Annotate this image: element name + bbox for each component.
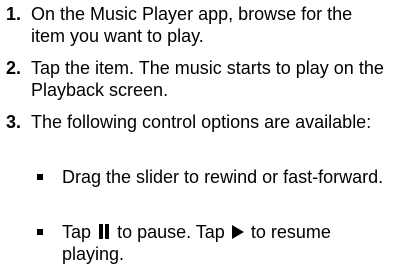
play-icon xyxy=(231,225,244,239)
bullet-text: Drag the slider to rewind or fast-forwar… xyxy=(62,167,384,187)
step-text: The following control options are availa… xyxy=(31,112,372,132)
instructions-document: 1. On the Music Player app, browse for t… xyxy=(0,0,394,268)
step-text: Tap the item. The music starts to play o… xyxy=(31,58,384,100)
step-number: 1. xyxy=(6,4,22,24)
bullet-text-part: to pause. Tap xyxy=(117,222,225,242)
bullet-text-part: Tap xyxy=(62,222,92,242)
bullet-square-icon xyxy=(37,229,43,235)
step-number: 3. xyxy=(6,112,22,132)
pause-icon xyxy=(98,224,110,239)
step-number: 2. xyxy=(6,58,22,78)
bullet-square-icon xyxy=(37,174,43,180)
step-text: On the Music Player app, browse for the … xyxy=(31,4,353,46)
bullet-text: Tap to pause. Tap to resume playing. xyxy=(62,221,392,265)
